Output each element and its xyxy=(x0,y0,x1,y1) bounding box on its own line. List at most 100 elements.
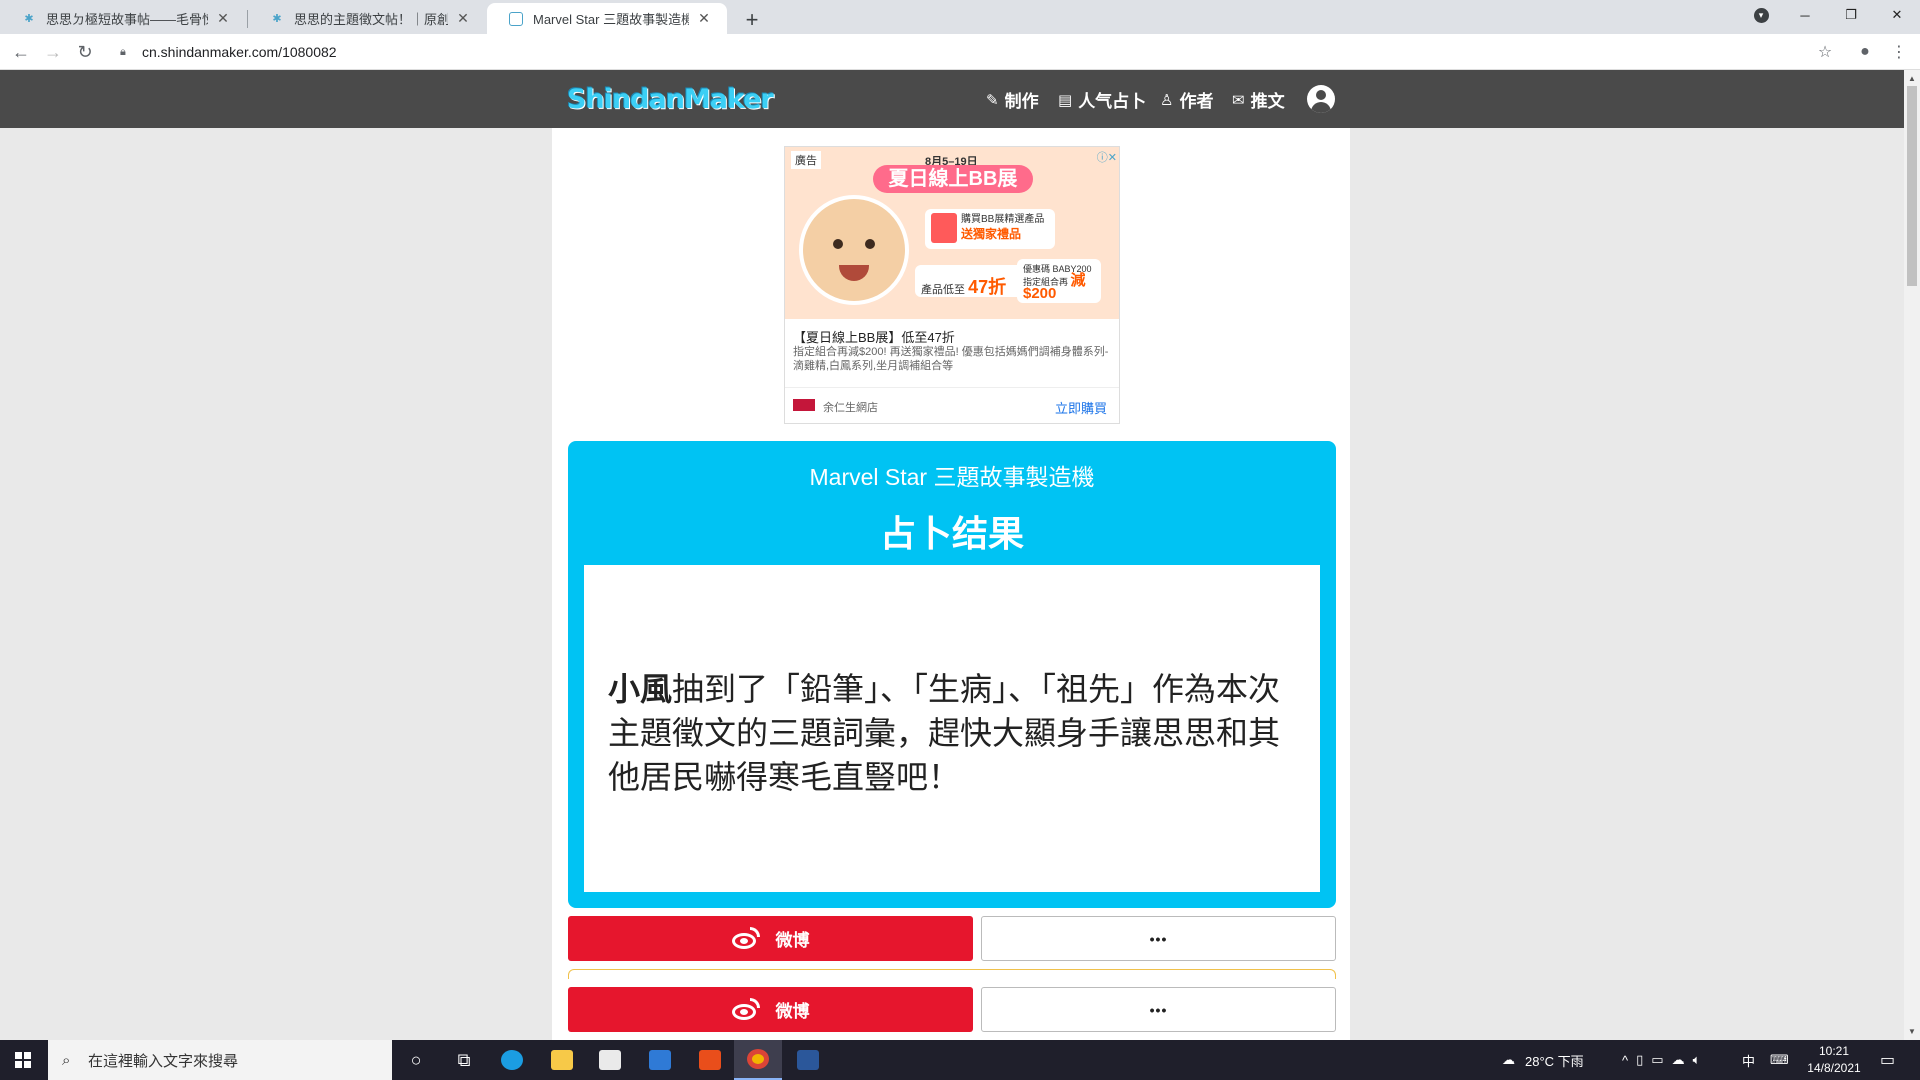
address-bar: ← → ↻ 🔒︎ cn.shindanmaker.com/1080082 ☆ ●… xyxy=(0,34,1920,70)
ad-title[interactable]: 【夏日線上BB展】低至47折 xyxy=(793,327,955,346)
ad-discount-box: 產品低至 47折 xyxy=(915,265,1023,297)
weibo-share-button[interactable]: 微博 xyxy=(568,916,973,961)
result-card: Marvel Star 三題故事製造機 占卜结果 小風抽到了「鉛筆」、「生病」、… xyxy=(568,441,1336,908)
onedrive-icon[interactable]: ☁ xyxy=(1672,1052,1693,1068)
site-header: ShindanMaker ✎ 制作 ▤ 人气占卜 ♙ 作者 ✉ 推文 xyxy=(0,70,1904,128)
show-hidden-icons-icon[interactable]: ^ xyxy=(1622,1053,1636,1068)
search-placeholder: 在這裡輸入文字來搜尋 xyxy=(88,1052,239,1070)
browser-tab-1[interactable]: ✱ 思思ㄉ極短故事帖——毛骨悚然 ✕ xyxy=(0,3,246,34)
nav-author[interactable]: ♙ 作者 xyxy=(1160,87,1213,112)
tab-title: 思思的主題徵文帖！｜原創星球 xyxy=(294,12,448,27)
url-field[interactable]: 🔒︎ cn.shindanmaker.com/1080082 xyxy=(110,40,1830,64)
yellow-divider-box xyxy=(568,969,1336,979)
advertisement[interactable]: 廣告 ⓘ✕ 8月5–19日 夏日線上BB展 購買BB展精選產品 送獨家禮品 產品… xyxy=(784,146,1120,424)
result-heading: 占卜结果 xyxy=(879,513,1024,554)
scroll-down-arrow-icon[interactable]: ▼ xyxy=(1908,1027,1916,1036)
tab-close-icon[interactable]: ✕ xyxy=(695,10,713,28)
store-icon[interactable] xyxy=(586,1040,634,1080)
nav-label: 推文 xyxy=(1250,92,1285,111)
file-explorer-icon[interactable] xyxy=(538,1040,586,1080)
baby-photo xyxy=(799,195,909,305)
profile-icon[interactable]: ● xyxy=(1852,39,1878,65)
nav-label: 作者 xyxy=(1179,92,1214,111)
result-body: 小風抽到了「鉛筆」、「生病」、「祖先」作為本次主題徵文的三題詞彙，趕快大顯身手讓… xyxy=(584,565,1320,892)
ad-footer: 余仁生網店 立即購買 xyxy=(785,387,1119,423)
windows-taskbar: ⌕ 在這裡輸入文字來搜尋 ○ ⧉ ☁ 28°C 下雨 ^ ▯ ▭ ☁ 🔈︎ 中 … xyxy=(0,1040,1920,1080)
bookmark-star-icon[interactable]: ☆ xyxy=(1812,39,1838,65)
ad-store-name: 余仁生網店 xyxy=(823,402,878,414)
keyboard-layout-icon[interactable]: ⌨ xyxy=(1770,1040,1789,1080)
scroll-thumb[interactable] xyxy=(1907,86,1917,286)
edge-icon[interactable] xyxy=(488,1040,536,1080)
back-button[interactable]: ← xyxy=(8,39,34,65)
minimize-button[interactable]: ─ xyxy=(1782,0,1828,30)
edit-icon: ✎ xyxy=(986,91,999,109)
weibo-label: 微博 xyxy=(775,1002,810,1021)
ad-badge: 廣告 xyxy=(791,151,821,169)
clock-time: 10:21 xyxy=(1818,1044,1850,1058)
nav-popular[interactable]: ▤ 人气占卜 xyxy=(1058,87,1146,112)
ad-cta-link[interactable]: 立即購買 xyxy=(1055,398,1107,417)
restore-button[interactable]: ❐ xyxy=(1828,0,1874,30)
browser-tab-3[interactable]: Marvel Star 三題故事製造機 ✕ xyxy=(487,3,727,34)
word-icon[interactable] xyxy=(784,1040,832,1080)
tab-favicon-icon: ✱ xyxy=(24,13,34,25)
cloud-rain-icon: ☁ xyxy=(1502,1052,1515,1067)
office-icon[interactable] xyxy=(686,1040,734,1080)
taskbar-search-box[interactable]: ⌕ 在這裡輸入文字來搜尋 xyxy=(48,1040,392,1080)
ad-coupon-box: 優惠碼 BABY200 指定組合再 減$200 xyxy=(1017,259,1101,303)
tab-close-icon[interactable]: ✕ xyxy=(214,10,232,28)
nav-label: 制作 xyxy=(1004,92,1039,111)
chrome-icon[interactable] xyxy=(734,1040,782,1080)
more-share-button[interactable]: ••• xyxy=(981,916,1336,961)
avatar-head xyxy=(1316,90,1326,100)
task-view-icon[interactable]: ⧉ xyxy=(440,1040,488,1080)
ad-close-icon[interactable]: ⓘ✕ xyxy=(1097,149,1117,165)
browser-tab-bar: ✱ 思思ㄉ極短故事帖——毛骨悚然 ✕ ✱ 思思的主題徵文帖！｜原創星球 ✕ Ma… xyxy=(0,0,1920,34)
weibo-label: 微博 xyxy=(775,931,810,950)
site-logo[interactable]: ShindanMaker xyxy=(567,84,774,115)
taskbar-clock[interactable]: 10:21 14/8/2021 xyxy=(1800,1043,1868,1077)
ad-gift-box: 購買BB展精選產品 送獨家禮品 xyxy=(925,209,1055,249)
battery-icon[interactable]: ▯ xyxy=(1636,1052,1651,1068)
result-name: 小風 xyxy=(608,671,673,707)
network-icon[interactable]: ▭ xyxy=(1651,1052,1671,1068)
start-button[interactable] xyxy=(0,1040,46,1080)
reload-button[interactable]: ↻ xyxy=(72,39,98,65)
weibo-share-button[interactable]: 微博 xyxy=(568,987,973,1032)
ad-discount-value: 47折 xyxy=(968,277,1007,297)
forward-button[interactable]: → xyxy=(40,39,66,65)
mail-icon[interactable] xyxy=(636,1040,684,1080)
result-message: 抽到了「鉛筆」、「生病」、「祖先」作為本次主題徵文的三題詞彙，趕快大顯身手讓思思… xyxy=(608,671,1281,795)
user-avatar[interactable] xyxy=(1307,85,1335,113)
ad-headline: 夏日線上BB展 xyxy=(873,165,1033,193)
cortana-icon[interactable]: ○ xyxy=(392,1040,440,1080)
tab-favicon-icon xyxy=(509,11,523,26)
volume-mute-icon[interactable]: 🔈︎ xyxy=(1693,1052,1709,1068)
ad-description: 指定組合再減$200! 再送獨家禮品! 優惠包括媽媽們調補身體系列- 滴雞精,白… xyxy=(793,346,1109,372)
tab-search-icon[interactable]: ▾ xyxy=(1738,0,1784,30)
chat-icon: ✉ xyxy=(1232,91,1245,109)
diagnosis-title[interactable]: Marvel Star 三題故事製造機 xyxy=(568,458,1336,492)
tab-close-icon[interactable]: ✕ xyxy=(454,10,472,28)
menu-icon[interactable]: ⋮ xyxy=(1886,39,1912,65)
windows-logo-icon xyxy=(15,1052,31,1068)
notifications-icon[interactable]: ▭ xyxy=(1880,1040,1895,1080)
new-tab-button[interactable]: + xyxy=(738,6,766,34)
more-share-button[interactable]: ••• xyxy=(981,987,1336,1032)
page-scrollbar[interactable]: ▲ ▼ xyxy=(1904,70,1920,1040)
gift-icon xyxy=(931,213,957,243)
weather-widget[interactable]: ☁ 28°C 下雨 xyxy=(1502,1040,1584,1080)
ad-image[interactable]: 廣告 ⓘ✕ 8月5–19日 夏日線上BB展 購買BB展精選產品 送獨家禮品 產品… xyxy=(785,147,1119,319)
weather-text: 28°C 下雨 xyxy=(1525,1053,1584,1069)
list-icon: ▤ xyxy=(1058,91,1073,109)
browser-tab-2[interactable]: ✱ 思思的主題徵文帖！｜原創星球 ✕ xyxy=(248,3,486,34)
system-tray-icons[interactable]: ^ ▯ ▭ ☁ 🔈︎ xyxy=(1622,1040,1708,1080)
nav-create[interactable]: ✎ 制作 xyxy=(986,87,1039,112)
scroll-up-arrow-icon[interactable]: ▲ xyxy=(1908,74,1916,83)
ime-indicator[interactable]: 中 xyxy=(1742,1040,1755,1080)
weibo-icon xyxy=(731,926,760,949)
nav-tweet[interactable]: ✉ 推文 xyxy=(1232,87,1285,112)
close-window-button[interactable]: ✕ xyxy=(1874,0,1920,30)
baby-eye xyxy=(833,239,843,249)
